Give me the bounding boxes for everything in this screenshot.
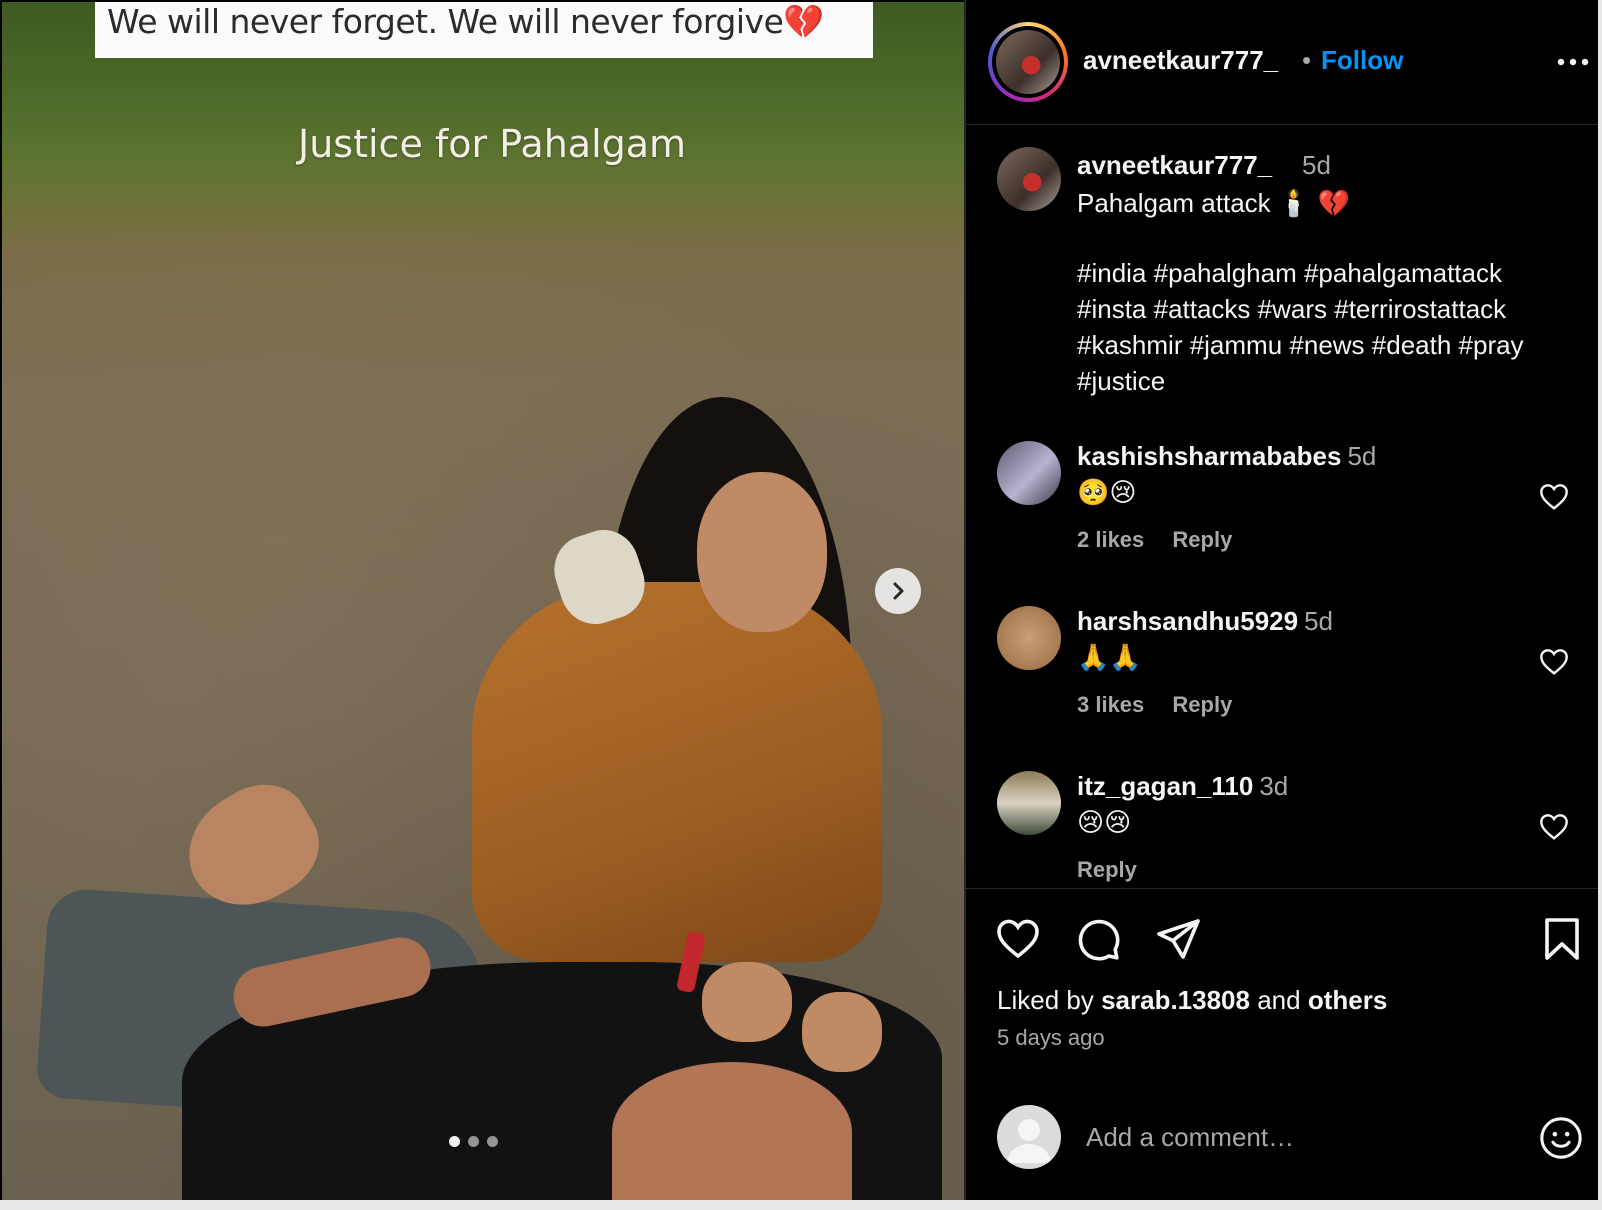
post-actions: Liked by sarab.13808 and others 5 days a… [966, 888, 1598, 1201]
add-comment-row [966, 1089, 1598, 1179]
frame-border [0, 1200, 1602, 1210]
liked-by-others[interactable]: others [1308, 985, 1387, 1015]
reply-button[interactable]: Reply [1172, 527, 1232, 552]
comment-meta: 3 likes Reply [1077, 692, 1254, 718]
comment-username[interactable]: itz_gagan_110 3d [1077, 771, 1288, 802]
comment-input[interactable] [1084, 1111, 1508, 1163]
default-avatar-icon [1007, 1119, 1051, 1163]
photo-figure-face [697, 472, 827, 632]
post-sidebar: avneetkaur777_ • Follow avneetkaur777_ 5… [966, 0, 1598, 1200]
avatar[interactable] [997, 441, 1061, 505]
hashtag-line[interactable]: #insta #attacks #wars #terrirostattack [1077, 291, 1577, 327]
comment-meta: 2 likes Reply [1077, 527, 1254, 553]
avatar [996, 30, 1060, 94]
avatar [997, 1105, 1061, 1169]
photo-figure-jacket [472, 582, 882, 962]
liked-by-prefix: Liked by [997, 985, 1102, 1015]
more-horizontal-icon[interactable] [1556, 52, 1590, 72]
liked-by-text: Liked by sarab.13808 and others [997, 985, 1387, 1016]
comment-time: 3d [1259, 771, 1289, 801]
reply-button[interactable]: Reply [1077, 857, 1137, 882]
frame-border [1598, 0, 1602, 1210]
emoji-icon[interactable] [1538, 1115, 1584, 1161]
comment-time: 5d [1304, 606, 1334, 636]
media-overlay-title: Justice for Pahalgam [298, 122, 687, 166]
comment-text: 🙏🙏 [1077, 642, 1142, 672]
comment-time: 5d [1347, 441, 1377, 471]
avatar[interactable] [997, 147, 1061, 211]
comment-item: harshsandhu5929 5d 🙏🙏 3 likes Reply [966, 606, 1598, 776]
story-ring-avatar[interactable] [988, 22, 1068, 102]
share-icon[interactable] [1154, 915, 1202, 963]
bookmark-icon[interactable] [1538, 915, 1586, 963]
comment-likes[interactable]: 2 likes [1077, 527, 1144, 552]
comment-username-text[interactable]: kashishsharmababes [1077, 441, 1341, 471]
liked-by-and: and [1249, 985, 1308, 1015]
hashtag-line[interactable]: #justice [1077, 363, 1577, 399]
comment-username-text[interactable]: harshsandhu5929 [1077, 606, 1298, 636]
media-banner-text: We will never forget. We will never forg… [95, 2, 873, 58]
comment-likes[interactable]: 3 likes [1077, 692, 1144, 717]
caption-username[interactable]: avneetkaur777_ [1077, 150, 1272, 181]
post-header: avneetkaur777_ • Follow [966, 0, 1598, 125]
chevron-right-icon [893, 582, 904, 600]
comment-item: kashishsharmababes 5d 🥺😢 2 likes Reply [966, 441, 1598, 611]
comment-icon[interactable] [1074, 915, 1122, 963]
caption-text: Pahalgam attack 🕯️ 💔 [1077, 188, 1350, 218]
photo-figure-hand [702, 962, 792, 1042]
post-media[interactable]: We will never forget. We will never forg… [2, 2, 964, 1200]
carousel-next-button[interactable] [875, 568, 921, 614]
comment-item: itz_gagan_110 3d 😢😢 Reply [966, 771, 1598, 887]
hashtag-line[interactable]: #kashmir #jammu #news #death #pray [1077, 327, 1577, 363]
avatar[interactable] [997, 606, 1061, 670]
heart-icon[interactable] [994, 915, 1042, 963]
comment-username[interactable]: kashishsharmababes 5d [1077, 441, 1376, 472]
heart-icon[interactable] [1538, 481, 1570, 513]
comment-username[interactable]: harshsandhu5929 5d [1077, 606, 1333, 637]
reply-button[interactable]: Reply [1172, 692, 1232, 717]
photo-figure-hand [802, 992, 882, 1072]
post-time-ago[interactable]: 5 days ago [997, 1025, 1105, 1051]
header-separator: • [1302, 45, 1312, 75]
avatar[interactable] [997, 771, 1061, 835]
carousel-dots [449, 1136, 498, 1147]
carousel-dot [449, 1136, 460, 1147]
caption-time: 5d [1302, 150, 1331, 180]
header-username[interactable]: avneetkaur777_ [1083, 45, 1278, 76]
carousel-dot [468, 1136, 479, 1147]
photo-figure-face [612, 1062, 852, 1200]
comment-text: 🥺😢 [1077, 477, 1137, 507]
follow-button[interactable]: Follow [1321, 45, 1403, 76]
comment-meta: Reply [1077, 857, 1159, 883]
carousel-dot [487, 1136, 498, 1147]
instagram-post-window: We will never forget. We will never forg… [0, 0, 1602, 1210]
comment-text: 😢😢 [1077, 807, 1132, 837]
caption-hashtags: #india #pahalgham #pahalgamattack #insta… [1077, 255, 1577, 399]
comments-scroll-area[interactable]: avneetkaur777_ 5d Pahalgam attack 🕯️ 💔 #… [966, 125, 1598, 887]
heart-icon[interactable] [1538, 811, 1570, 843]
liked-by-user[interactable]: sarab.13808 [1101, 985, 1250, 1015]
heart-icon[interactable] [1538, 646, 1570, 678]
hashtag-line[interactable]: #india #pahalgham #pahalgamattack [1077, 255, 1577, 291]
comment-username-text[interactable]: itz_gagan_110 [1077, 771, 1253, 801]
